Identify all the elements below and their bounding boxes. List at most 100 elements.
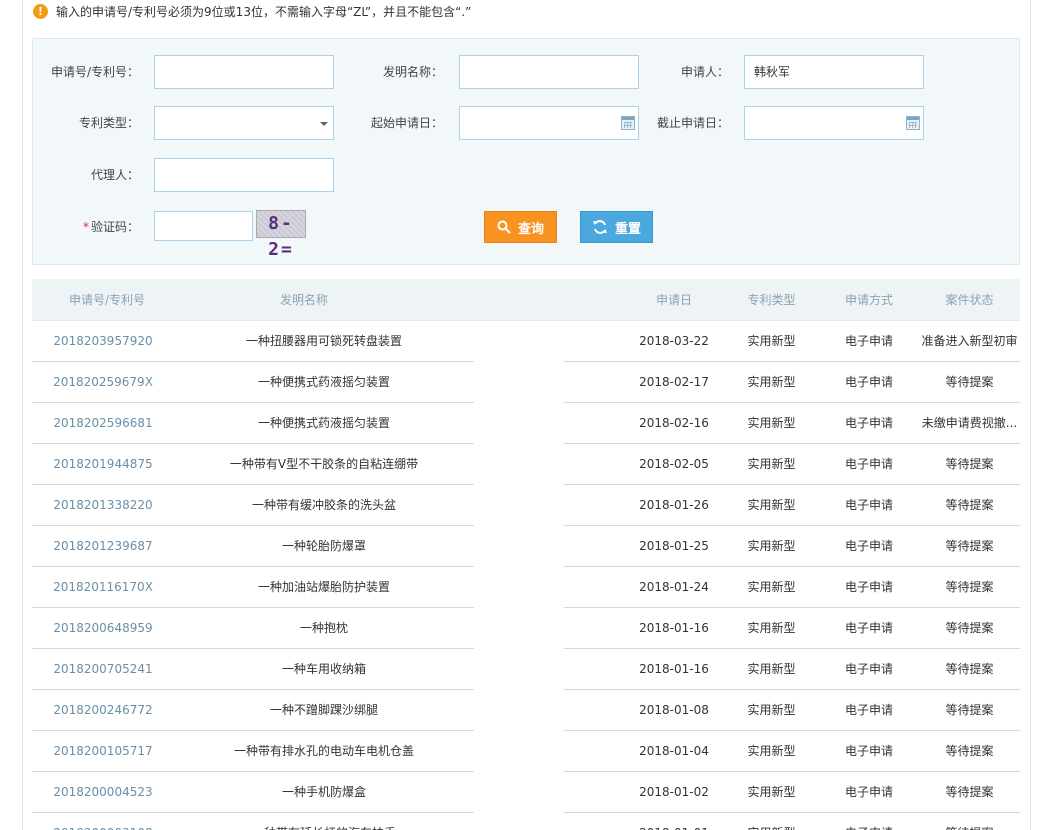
app-no-link[interactable]: 2018200003108 <box>32 813 174 830</box>
app-method-cell: 电子申请 <box>844 662 893 676</box>
patent-type-cell: 实用新型 <box>747 457 796 471</box>
app-no-link[interactable]: 2018200105717 <box>32 731 174 771</box>
invention-name-input[interactable] <box>459 55 639 89</box>
calendar-icon[interactable] <box>621 116 635 130</box>
app-no-input[interactable] <box>154 55 334 89</box>
patent-type-cell: 实用新型 <box>747 703 796 717</box>
captcha-label: * 验证码： <box>33 210 139 244</box>
end-date-label: 截止申请日： <box>656 116 729 130</box>
app-date-cell: 2018-01-26 <box>639 498 709 512</box>
case-status-cell: 等待提案 <box>945 375 994 389</box>
table-row[interactable]: 2018200705241 一种车用收纳箱 2018-01-16 实用新型 电子申请 等待… <box>32 649 1020 691</box>
app-no-link[interactable]: 2018201338220 <box>32 485 174 525</box>
reset-button[interactable]: 重置 <box>580 211 653 243</box>
search-button[interactable]: 查询 <box>484 211 557 243</box>
table-row[interactable]: 2018200648959 一种抱枕 2018-01-16 实用新型 电子申请 等待提案 <box>32 608 1020 650</box>
invention-name-cell: 一种加油站爆胎防护装置 <box>257 580 390 594</box>
notice-bar: ! 输入的申请号/专利号必须为9位或13位，不需输入字母“ZL”，并且不能包含“… <box>33 2 471 20</box>
app-no-link[interactable]: 2018202596681 <box>32 403 174 443</box>
table-row[interactable]: 2018203957920 一种扭腰器用可锁死转盘装置 2018-03-22 实用新型… <box>32 321 1020 363</box>
table-row[interactable]: 2018202596681 一种便携式药液摇匀装置 2018-02-16 实用新型 电子… <box>32 403 1020 445</box>
applicant-label: 申请人： <box>680 65 729 79</box>
table-row[interactable]: 2018200246772 一种不蹭脚踝沙绑腿 2018-01-08 实用新型 电子申请… <box>32 690 1020 732</box>
invention-name-label: 发明名称： <box>382 65 443 79</box>
table-row[interactable]: 2018201338220 一种带有缓冲胶条的洗头盆 2018-01-26 实用新型 电… <box>32 485 1020 527</box>
calendar-icon[interactable] <box>906 116 920 130</box>
results-table: 申请号/专利号 发明名称 申请日 专利类型 申请方式 案件状态 20182039… <box>32 279 1020 830</box>
table-row[interactable]: 2018200004523 一种手机防爆盒 2018-01-02 实用新型 电子申请 等待… <box>32 772 1020 814</box>
app-date-cell: 2018-02-16 <box>639 416 709 430</box>
invention-name-cell: 一种带有排水孔的电动车电机仓盖 <box>233 744 414 758</box>
redaction-mask <box>474 403 564 445</box>
app-method-cell: 电子申请 <box>844 785 893 799</box>
invention-name-cell: 一种车用收纳箱 <box>281 662 366 676</box>
redaction-mask <box>474 485 564 527</box>
redaction-mask <box>474 731 564 773</box>
patent-type-cell: 实用新型 <box>747 744 796 758</box>
redaction-mask <box>474 772 564 814</box>
patent-type-cell: 实用新型 <box>747 375 796 389</box>
agent-input[interactable] <box>154 158 334 192</box>
captcha-image[interactable]: 8-2= <box>256 210 306 260</box>
header-patent-type: 专利类型 <box>747 293 796 307</box>
redaction-mask <box>474 321 564 363</box>
app-date-cell: 2018-02-17 <box>639 375 709 389</box>
patent-type-label: 专利类型： <box>78 116 139 130</box>
app-method-cell: 电子申请 <box>844 539 893 553</box>
left-border <box>22 0 23 830</box>
app-no-link[interactable]: 2018200705241 <box>32 649 174 689</box>
captcha-label-text: 验证码： <box>90 220 139 234</box>
redaction-mask <box>474 362 564 404</box>
start-date-input[interactable] <box>459 106 639 140</box>
app-no-link[interactable]: 2018201944875 <box>32 444 174 484</box>
app-no-link[interactable]: 2018203957920 <box>32 321 174 361</box>
table-row[interactable]: 2018201944875 一种带有V型不干胶条的自粘连绷带 2018-02-05 实… <box>32 444 1020 486</box>
app-method-cell: 电子申请 <box>844 498 893 512</box>
app-method-cell: 电子申请 <box>844 416 893 430</box>
page: ! 输入的申请号/专利号必须为9位或13位，不需输入字母“ZL”，并且不能包含“… <box>0 0 1038 830</box>
app-date-cell: 2018-01-16 <box>639 662 709 676</box>
patent-type-cell: 实用新型 <box>747 334 796 348</box>
reset-button-label: 重置 <box>614 221 641 237</box>
captcha-input[interactable] <box>154 211 253 241</box>
chevron-down-icon <box>320 122 328 126</box>
app-method-cell: 电子申请 <box>844 580 893 594</box>
invention-name-cell: 一种带有缓冲胶条的洗头盆 <box>251 498 396 512</box>
applicant-input[interactable]: 韩秋军 <box>744 55 924 89</box>
app-no-link[interactable]: 201820116170X <box>32 567 174 607</box>
app-no-link[interactable]: 2018200246772 <box>32 690 174 730</box>
header-invention-name: 发明名称 <box>279 293 328 307</box>
header-app-method: 申请方式 <box>844 293 893 307</box>
search-button-label: 查询 <box>517 221 544 237</box>
app-method-cell: 电子申请 <box>844 334 893 348</box>
app-date-cell: 2018-02-05 <box>639 457 709 471</box>
case-status-cell: 等待提案 <box>945 580 994 594</box>
patent-type-select[interactable] <box>154 106 334 140</box>
invention-name-cell: 一种便携式药液摇匀装置 <box>257 416 390 430</box>
redaction-mask <box>474 444 564 486</box>
redaction-mask <box>474 526 564 568</box>
case-status-cell: 等待提案 <box>945 498 994 512</box>
patent-type-cell: 实用新型 <box>724 813 819 830</box>
table-row[interactable]: 201820116170X 一种加油站爆胎防护装置 2018-01-24 实用新型 电子… <box>32 567 1020 609</box>
case-status-cell: 等待提案 <box>945 744 994 758</box>
app-no-link[interactable]: 201820259679X <box>32 362 174 402</box>
case-status-cell: 准备进入新型初审 <box>921 334 1018 348</box>
app-no-link[interactable]: 2018200648959 <box>32 608 174 648</box>
case-status-cell: 等待提案 <box>945 662 994 676</box>
invention-name-cell: 一种抱枕 <box>299 621 348 635</box>
start-date-label: 起始申请日： <box>370 116 443 130</box>
notice-text: 输入的申请号/专利号必须为9位或13位，不需输入字母“ZL”，并且不能包含“.” <box>56 4 472 19</box>
app-method-cell: 电子申请 <box>844 744 893 758</box>
table-row[interactable]: 2018200105717 一种带有排水孔的电动车电机仓盖 2018-01-04 实用… <box>32 731 1020 773</box>
table-row[interactable]: 2018200003108一种带有延长杆的汽车扶手 2018-01-01实用新型电… <box>32 813 1020 830</box>
table-row[interactable]: 2018201239687 一种轮胎防爆罩 2018-01-25 实用新型 电子申请 等待… <box>32 526 1020 568</box>
app-method-cell: 电子申请 <box>844 375 893 389</box>
app-no-link[interactable]: 2018200004523 <box>32 772 174 812</box>
table-body: 2018203957920 一种扭腰器用可锁死转盘装置 2018-03-22 实用新型… <box>32 321 1020 830</box>
app-no-link[interactable]: 2018201239687 <box>32 526 174 566</box>
redaction-mask <box>474 690 564 732</box>
case-status-cell: 等待提案 <box>945 621 994 635</box>
end-date-input[interactable] <box>744 106 924 140</box>
table-row[interactable]: 201820259679X 一种便携式药液摇匀装置 2018-02-17 实用新型 电子… <box>32 362 1020 404</box>
